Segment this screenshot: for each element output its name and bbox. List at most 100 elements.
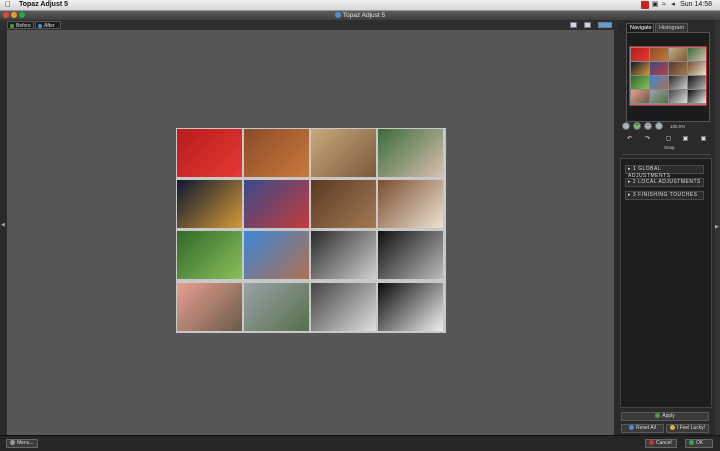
navigator-thumb — [669, 62, 687, 75]
photo-adobe-church — [244, 231, 309, 279]
history-controls: ↶ ↷ ▢ Snap ▣ ▣ — [624, 136, 710, 152]
tab-navigate-label: Navigate — [630, 25, 652, 31]
single-view-icon[interactable] — [570, 22, 577, 28]
collapse-right-icon[interactable]: ▶ — [715, 224, 719, 230]
collapse-left-icon[interactable]: ◀ — [1, 222, 5, 228]
window-title-text: Topaz Adjust 5 — [342, 12, 386, 19]
record-icon[interactable] — [641, 1, 649, 9]
feel-lucky-button[interactable]: I Feel Lucky! — [666, 424, 709, 433]
dual-view-icon[interactable] — [598, 22, 612, 28]
left-edge: ◀ — [0, 30, 7, 435]
photo-sunset-field — [177, 283, 242, 331]
menu-label: Menu... — [17, 440, 34, 446]
photo-spice-bowls — [244, 129, 309, 177]
lucky-icon — [669, 425, 675, 431]
preview-toolbar: Before After — [0, 20, 618, 30]
comment-icon[interactable]: ▣ — [682, 136, 689, 143]
adjustments-panel: ▸ 1 GLOBAL ADJUSTMENTS ▸ 2 LOCAL ADJUSTM… — [620, 158, 712, 408]
tab-navigate[interactable]: Navigate — [626, 23, 654, 32]
app-menu-name[interactable]: Topaz Adjust 5 — [19, 0, 68, 10]
navigator-thumb — [688, 76, 706, 89]
ok-button[interactable]: OK — [685, 439, 713, 448]
photo-city-night — [177, 180, 242, 228]
zoom-value: 100.0% — [670, 124, 686, 129]
split-view-icon[interactable] — [584, 22, 591, 28]
window-title: Topaz Adjust 5 — [0, 11, 720, 20]
after-label: After — [44, 23, 55, 29]
control-panel: Navigate Histogram + − 100.0% ↶ ↷ ▢ Snap… — [618, 20, 715, 435]
redo-icon[interactable]: ↷ — [644, 136, 651, 143]
photo-spiral-staircase — [378, 231, 443, 279]
preview-image[interactable] — [176, 128, 446, 333]
navigator-thumb — [688, 90, 706, 103]
photo-chili-peppers — [177, 129, 242, 177]
navigator-thumb — [688, 62, 706, 75]
navigator-thumb — [669, 76, 687, 89]
photo-bw-portrait — [311, 231, 376, 279]
zoom-fit-icon[interactable] — [622, 122, 630, 130]
navigator-thumbnail[interactable] — [629, 46, 707, 106]
reset-all-button[interactable]: Reset All — [621, 424, 664, 433]
reset-icon — [629, 425, 635, 431]
before-label: Before — [16, 23, 31, 29]
navigator-thumb — [688, 48, 706, 61]
chat-icon[interactable]: ▣ — [700, 136, 707, 143]
navigator-thumb — [631, 90, 649, 103]
panel-divider — [622, 154, 711, 155]
after-dot-icon — [38, 23, 42, 28]
snap-icon[interactable]: ▢ — [665, 136, 672, 143]
navigator-thumb — [650, 76, 668, 89]
finishing-touches-label: 3 FINISHING TOUCHES — [632, 192, 698, 198]
ok-label: OK — [696, 440, 704, 446]
zoom-actual-icon[interactable] — [655, 122, 663, 130]
feel-lucky-label: I Feel Lucky! — [676, 425, 706, 431]
navigator[interactable] — [626, 32, 710, 122]
photo-bw-doorway — [378, 283, 443, 331]
photo-girl-with-flowers — [378, 129, 443, 177]
cancel-button[interactable]: Cancel — [645, 439, 677, 448]
photo-man-guitar — [311, 180, 376, 228]
navigator-thumb — [650, 62, 668, 75]
menu-icon — [10, 440, 15, 446]
apply-check-icon — [655, 413, 661, 419]
reset-all-label: Reset All — [636, 425, 656, 431]
menubar-clock[interactable]: Sun 14:58 — [680, 0, 712, 10]
right-edge: ▶ — [715, 20, 720, 435]
cancel-icon — [649, 440, 654, 446]
navigator-thumb — [631, 62, 649, 75]
ok-icon — [689, 440, 694, 446]
apply-button[interactable]: Apply — [621, 412, 709, 421]
photo-misty-hills — [244, 283, 309, 331]
cancel-label: Cancel — [656, 440, 672, 446]
after-button[interactable]: After — [35, 21, 61, 29]
topaz-logo-icon — [334, 12, 341, 19]
photo-bw-motorcycle — [311, 283, 376, 331]
navigator-thumb — [631, 48, 649, 61]
tab-histogram[interactable]: Histogram — [655, 23, 688, 32]
before-dot-icon — [10, 23, 14, 28]
photo-girl-white-dress — [378, 180, 443, 228]
bluetooth-icon[interactable]: ≈ — [660, 1, 668, 9]
photo-garden-lawn — [177, 231, 242, 279]
navigator-thumb — [631, 76, 649, 89]
before-button[interactable]: Before — [7, 21, 34, 29]
zoom-out-icon[interactable]: − — [644, 122, 652, 130]
menu-button[interactable]: Menu... — [6, 439, 38, 448]
finishing-touches-section[interactable]: ▸ 3 FINISHING TOUCHES — [625, 191, 704, 200]
preview-canvas[interactable] — [7, 30, 614, 435]
display-icon[interactable]: ▣ — [651, 1, 659, 9]
snap-label: Snap — [664, 145, 675, 150]
zoom-in-icon[interactable]: + — [633, 122, 641, 130]
local-adjustments-label: 2 LOCAL ADJUSTMENTS — [632, 179, 701, 185]
mac-menubar:  Topaz Adjust 5 ▣ ≈ ◂ Sun 14:58 — [0, 0, 720, 11]
global-adjustments-section[interactable]: ▸ 1 GLOBAL ADJUSTMENTS — [625, 165, 704, 179]
photo-woman-portrait — [311, 129, 376, 177]
local-adjustments-section[interactable]: ▸ 2 LOCAL ADJUSTMENTS — [625, 178, 704, 187]
undo-icon[interactable]: ↶ — [626, 136, 633, 143]
volume-icon[interactable]: ◂ — [669, 1, 677, 9]
navigator-thumb — [669, 48, 687, 61]
apply-label: Apply — [662, 413, 675, 419]
navigator-thumb — [650, 90, 668, 103]
navigator-thumb — [650, 48, 668, 61]
apple-menu-icon[interactable]:  — [5, 0, 11, 10]
